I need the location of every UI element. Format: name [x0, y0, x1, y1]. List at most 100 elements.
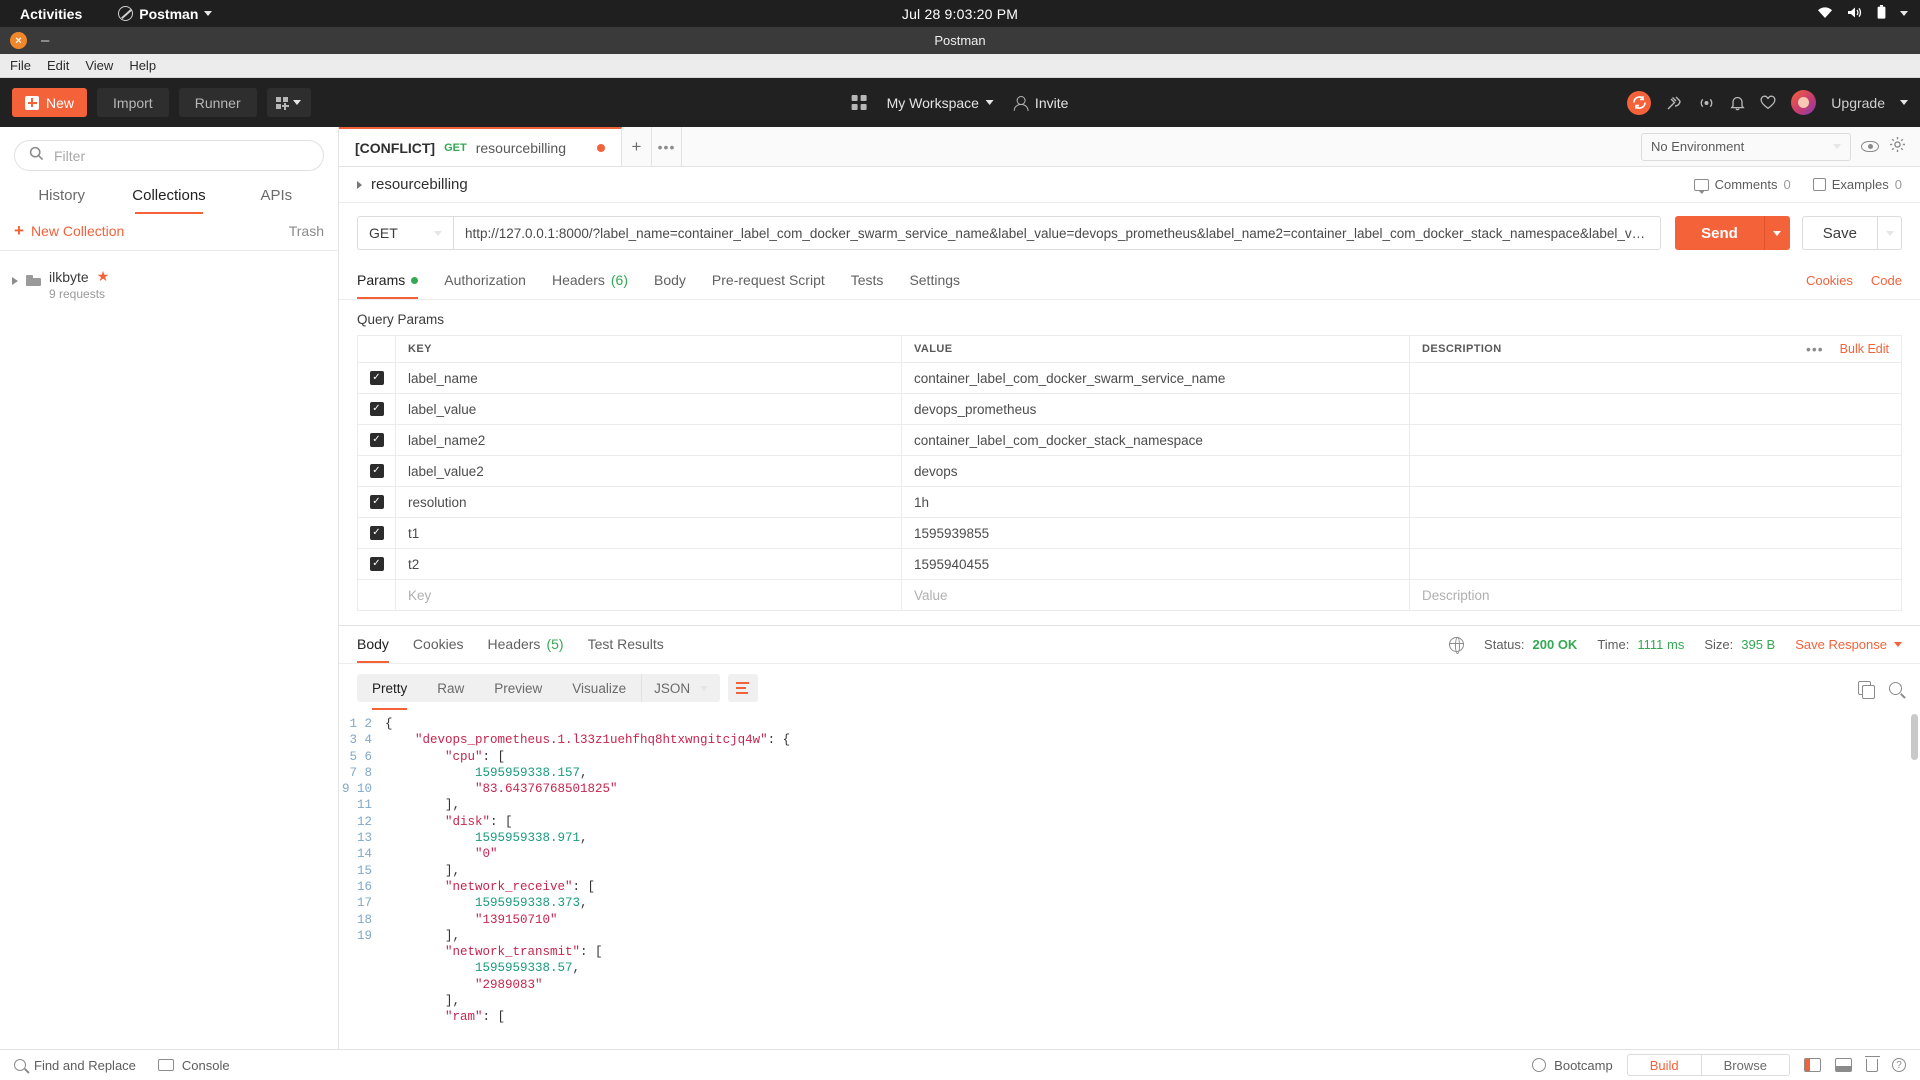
save-options-button[interactable]: [1878, 216, 1902, 250]
url-input[interactable]: http://127.0.0.1:8000/?label_name=contai…: [453, 216, 1661, 250]
environment-selector[interactable]: No Environment: [1641, 133, 1851, 161]
table-row[interactable]: ✓ resolution 1h: [358, 487, 1901, 518]
upgrade-chevron-down-icon[interactable]: [1900, 100, 1908, 105]
param-key-placeholder[interactable]: Key: [396, 580, 902, 610]
menu-edit[interactable]: Edit: [47, 58, 69, 73]
send-button[interactable]: Send: [1675, 216, 1764, 250]
format-pretty-button[interactable]: Pretty: [357, 674, 422, 702]
search-icon[interactable]: [1889, 682, 1902, 695]
tab-body[interactable]: Body: [654, 262, 686, 299]
apps-grid-icon[interactable]: [852, 95, 867, 110]
wifi-icon[interactable]: [1817, 6, 1833, 22]
param-value[interactable]: 1h: [902, 487, 1410, 517]
cookies-link[interactable]: Cookies: [1806, 273, 1853, 288]
row-checkbox[interactable]: ✓: [370, 495, 384, 509]
sidebar-tab-apis[interactable]: APIs: [223, 179, 330, 214]
format-preview-button[interactable]: Preview: [479, 674, 557, 702]
row-checkbox[interactable]: ✓: [370, 433, 384, 447]
ellipsis-icon[interactable]: •••: [1806, 341, 1824, 357]
response-tab-headers[interactable]: Headers (5): [488, 626, 564, 663]
settings-gear-icon[interactable]: [1889, 136, 1906, 158]
table-row-empty[interactable]: Key Value Description: [358, 580, 1901, 611]
new-window-button[interactable]: [267, 88, 311, 117]
format-raw-button[interactable]: Raw: [422, 674, 479, 702]
chevron-right-icon[interactable]: [357, 181, 362, 189]
param-value-placeholder[interactable]: Value: [902, 580, 1410, 610]
volume-icon[interactable]: [1847, 6, 1863, 22]
param-key[interactable]: label_name2: [396, 425, 902, 455]
upgrade-button[interactable]: Upgrade: [1831, 95, 1885, 111]
param-description[interactable]: [1410, 363, 1901, 393]
build-tab[interactable]: Build: [1628, 1055, 1701, 1075]
sync-status-icon[interactable]: [1627, 91, 1651, 115]
language-selector[interactable]: JSON: [641, 674, 720, 702]
system-menu-chevron-down-icon[interactable]: [1900, 11, 1908, 16]
trash-icon[interactable]: [1866, 1059, 1878, 1072]
param-key[interactable]: label_value2: [396, 456, 902, 486]
param-description[interactable]: [1410, 518, 1901, 548]
code-link[interactable]: Code: [1871, 273, 1902, 288]
param-key[interactable]: t1: [396, 518, 902, 548]
response-tab-body[interactable]: Body: [357, 626, 389, 663]
format-visualize-button[interactable]: Visualize: [557, 674, 641, 702]
row-checkbox[interactable]: ✓: [370, 464, 384, 478]
table-row[interactable]: ✓ label_value devops_prometheus: [358, 394, 1901, 425]
trash-button[interactable]: Trash: [289, 223, 324, 239]
tab-pre-request-script[interactable]: Pre-request Script: [712, 262, 825, 299]
console-button[interactable]: Console: [158, 1058, 230, 1073]
table-row[interactable]: ✓ label_name container_label_com_docker_…: [358, 363, 1901, 394]
save-button[interactable]: Save: [1802, 216, 1878, 250]
menu-help[interactable]: Help: [129, 58, 156, 73]
tab-params[interactable]: Params: [357, 262, 418, 299]
tab-headers[interactable]: Headers (6): [552, 262, 628, 299]
broadcast-icon[interactable]: [1698, 95, 1715, 111]
help-icon[interactable]: ?: [1892, 1058, 1906, 1072]
row-checkbox[interactable]: ✓: [370, 402, 384, 416]
copy-icon[interactable]: [1858, 681, 1871, 695]
param-value[interactable]: container_label_com_docker_stack_namespa…: [902, 425, 1410, 455]
bootcamp-button[interactable]: Bootcamp: [1532, 1058, 1613, 1073]
http-method-selector[interactable]: GET: [357, 216, 453, 250]
find-and-replace-button[interactable]: Find and Replace: [14, 1058, 136, 1073]
param-key[interactable]: label_name: [396, 363, 902, 393]
param-description[interactable]: [1410, 456, 1901, 486]
workspace-selector[interactable]: My Workspace: [887, 95, 994, 111]
environment-quick-look-icon[interactable]: [1861, 141, 1879, 152]
runner-button[interactable]: Runner: [179, 88, 257, 117]
list-item[interactable]: ilkbyte ★ 9 requests: [0, 263, 338, 306]
new-button[interactable]: New: [12, 88, 87, 117]
notifications-bell-icon[interactable]: [1730, 95, 1745, 111]
heart-icon[interactable]: [1760, 95, 1776, 110]
param-value[interactable]: 1595939855: [902, 518, 1410, 548]
param-key[interactable]: label_value: [396, 394, 902, 424]
menu-view[interactable]: View: [85, 58, 113, 73]
param-description-placeholder[interactable]: Description: [1410, 580, 1901, 610]
param-value[interactable]: devops_prometheus: [902, 394, 1410, 424]
sidebar-tab-collections[interactable]: Collections: [115, 179, 222, 214]
system-clock[interactable]: Jul 28 9:03:20 PM: [902, 6, 1018, 22]
app-menu[interactable]: Postman: [118, 6, 212, 22]
row-checkbox[interactable]: ✓: [370, 526, 384, 540]
param-key[interactable]: t2: [396, 549, 902, 579]
sidebar-layout-icon[interactable]: [1804, 1058, 1821, 1072]
sidebar-tab-history[interactable]: History: [8, 179, 115, 214]
table-row[interactable]: ✓ t1 1595939855: [358, 518, 1901, 549]
browse-tab[interactable]: Browse: [1701, 1055, 1789, 1075]
save-response-button[interactable]: Save Response: [1795, 637, 1902, 652]
param-value[interactable]: 1595940455: [902, 549, 1410, 579]
window-minimize-button[interactable]: –: [41, 36, 49, 46]
activities-button[interactable]: Activities: [12, 6, 90, 22]
bulk-edit-button[interactable]: Bulk Edit: [1840, 342, 1889, 356]
tab-options-button[interactable]: •••: [652, 127, 682, 166]
table-row[interactable]: ✓ label_value2 devops: [358, 456, 1901, 487]
menu-file[interactable]: File: [10, 58, 31, 73]
request-tab-resourcebilling[interactable]: [CONFLICT] GET resourcebilling: [339, 127, 622, 166]
comments-button[interactable]: Comments 0: [1694, 177, 1791, 192]
param-value[interactable]: container_label_com_docker_swarm_service…: [902, 363, 1410, 393]
response-body-viewer[interactable]: 1 2 3 4 5 6 7 8 9 10 11 12 13 14 15 16 1…: [339, 710, 1920, 1049]
response-body-code[interactable]: { "devops_prometheus.1.l33z1uehfhq8htxwn…: [379, 710, 1920, 1049]
response-tab-test-results[interactable]: Test Results: [588, 626, 664, 663]
new-tab-button[interactable]: +: [622, 127, 652, 166]
import-button[interactable]: Import: [97, 88, 169, 117]
table-row[interactable]: ✓ t2 1595940455: [358, 549, 1901, 580]
